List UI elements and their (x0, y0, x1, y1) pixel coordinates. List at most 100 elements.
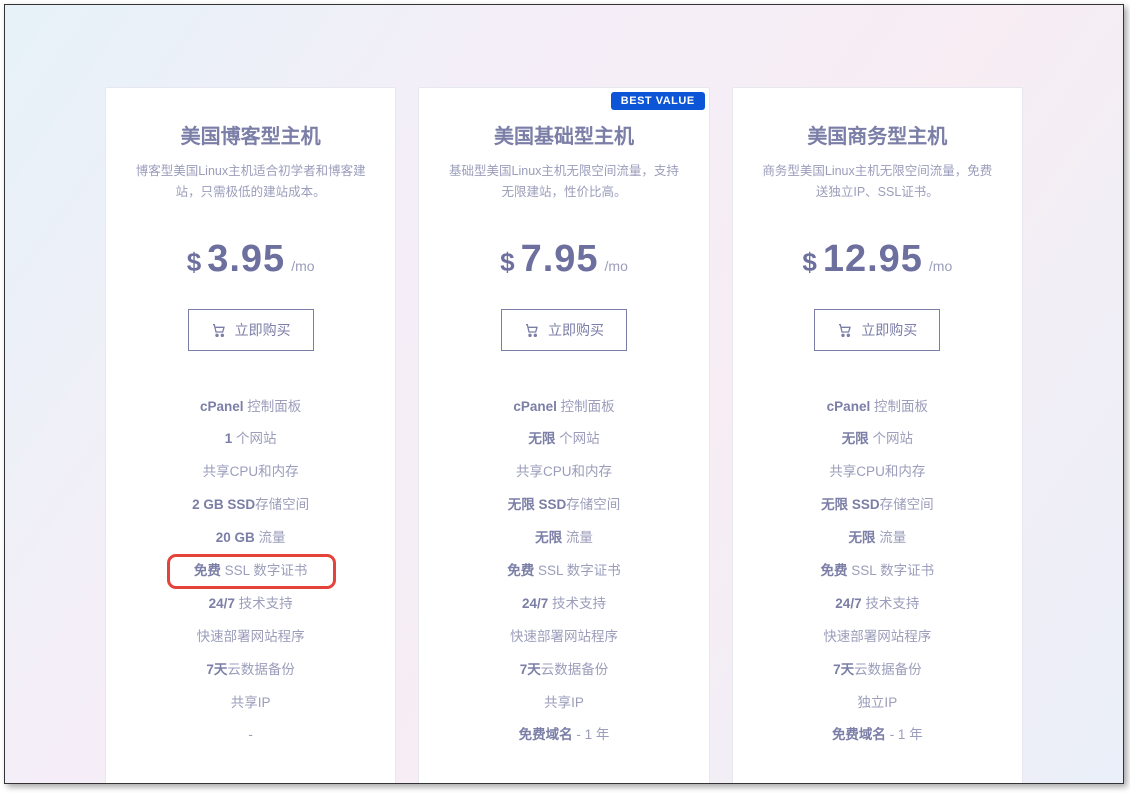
feature-item: 7天云数据备份 (439, 654, 688, 687)
feature-text: 技术支持 (548, 596, 606, 611)
buy-now-button[interactable]: 立即购买 (814, 309, 940, 351)
feature-text: 个网站 (232, 431, 276, 446)
feature-text: - 1 年 (886, 727, 923, 742)
feature-bold: 无限 (528, 431, 555, 446)
plan-description: 基础型美国Linux主机无限空间流量，支持无限建站，性价比高。 (439, 161, 688, 204)
buy-now-button[interactable]: 立即购买 (501, 309, 627, 351)
feature-bold: 无限 (535, 530, 562, 545)
cart-icon (211, 322, 227, 338)
plan-price: 7.95 (521, 238, 599, 281)
feature-text: 流量 (875, 530, 906, 545)
cart-icon (837, 322, 853, 338)
feature-item: 无限 流量 (439, 522, 688, 555)
feature-text: 个网站 (555, 431, 599, 446)
feature-item: 共享IP (439, 687, 688, 720)
feature-list: cPanel 控制面板无限 个网站共享CPU和内存无限 SSD存储空间无限 流量… (439, 391, 688, 753)
best-value-badge: BEST VALUE (611, 92, 705, 110)
feature-item: 免费 SSL 数字证书 (126, 555, 375, 588)
feature-item: 无限 SSD存储空间 (439, 489, 688, 522)
feature-item: 共享CPU和内存 (439, 456, 688, 489)
feature-bold: 2 GB SSD (192, 497, 255, 512)
feature-text: 云数据备份 (854, 662, 922, 677)
feature-bold: 免费 (821, 563, 848, 578)
feature-item: 24/7 技术支持 (439, 588, 688, 621)
feature-bold: 无限 SSD (508, 497, 567, 512)
feature-item: 无限 个网站 (753, 423, 1002, 456)
feature-bold: 无限 (848, 530, 875, 545)
feature-item: 1 个网站 (126, 423, 375, 456)
plan-price: 12.95 (823, 238, 923, 281)
feature-item: cPanel 控制面板 (439, 391, 688, 424)
feature-text: 云数据备份 (227, 662, 295, 677)
feature-text: 存储空间 (255, 497, 309, 512)
feature-item: cPanel 控制面板 (126, 391, 375, 424)
feature-item: 免费域名 - 1 年 (753, 719, 1002, 752)
feature-item: 快速部署网站程序 (753, 621, 1002, 654)
feature-text: - (248, 727, 253, 742)
feature-bold: 24/7 (209, 596, 235, 611)
feature-text: SSL 数字证书 (848, 563, 935, 578)
buy-button-label: 立即购买 (548, 320, 604, 340)
feature-text: SSL 数字证书 (221, 563, 308, 578)
feature-item: 无限 流量 (753, 522, 1002, 555)
feature-text: 存储空间 (566, 497, 620, 512)
feature-list: cPanel 控制面板无限 个网站共享CPU和内存无限 SSD存储空间无限 流量… (753, 391, 1002, 753)
feature-bold: 20 GB (216, 530, 255, 545)
currency-symbol: $ (802, 247, 816, 278)
feature-text: - 1 年 (573, 727, 610, 742)
feature-item: 20 GB 流量 (126, 522, 375, 555)
feature-text: 云数据备份 (541, 662, 609, 677)
feature-item: 共享IP (126, 687, 375, 720)
plan-price: 3.95 (207, 238, 285, 281)
feature-bold: cPanel (200, 399, 244, 414)
feature-bold: 免费域名 (832, 727, 886, 742)
feature-text: SSL 数字证书 (534, 563, 621, 578)
buy-now-button[interactable]: 立即购买 (188, 309, 314, 351)
feature-text: 共享CPU和内存 (516, 464, 612, 479)
feature-item: 共享CPU和内存 (126, 456, 375, 489)
feature-item: 7天云数据备份 (126, 654, 375, 687)
price-row: $ 3.95 /mo (126, 238, 375, 281)
feature-item: 24/7 技术支持 (753, 588, 1002, 621)
feature-text: 独立IP (857, 695, 897, 710)
feature-bold: 7天 (520, 662, 541, 677)
feature-item: 快速部署网站程序 (439, 621, 688, 654)
feature-text: 快速部署网站程序 (197, 629, 305, 644)
feature-text: 控制面板 (870, 399, 928, 414)
feature-item: cPanel 控制面板 (753, 391, 1002, 424)
feature-text: 共享IP (544, 695, 584, 710)
feature-text: 控制面板 (557, 399, 615, 414)
feature-text: 存储空间 (880, 497, 934, 512)
plan-title: 美国基础型主机 (439, 120, 688, 149)
plan-title: 美国商务型主机 (753, 120, 1002, 149)
price-period: /mo (605, 258, 628, 274)
feature-item: 无限 个网站 (439, 423, 688, 456)
feature-text: 个网站 (869, 431, 913, 446)
feature-item: 免费 SSL 数字证书 (439, 555, 688, 588)
feature-bold: 免费 (507, 563, 534, 578)
plan-title: 美国博客型主机 (126, 120, 375, 149)
feature-bold: 免费域名 (519, 727, 573, 742)
feature-bold: 无限 (842, 431, 869, 446)
feature-bold: 7天 (833, 662, 854, 677)
currency-symbol: $ (187, 247, 201, 278)
feature-item: 2 GB SSD存储空间 (126, 489, 375, 522)
feature-item: 免费域名 - 1 年 (439, 719, 688, 752)
price-row: $ 12.95 /mo (753, 238, 1002, 281)
feature-item: 24/7 技术支持 (126, 588, 375, 621)
feature-text: 快速部署网站程序 (510, 629, 618, 644)
feature-text: 流量 (255, 530, 286, 545)
plan-card-basic: BEST VALUE 美国基础型主机 基础型美国Linux主机无限空间流量，支持… (418, 87, 709, 784)
feature-bold: 无限 SSD (821, 497, 880, 512)
currency-symbol: $ (500, 247, 514, 278)
feature-item: 独立IP (753, 687, 1002, 720)
feature-text: 控制面板 (244, 399, 302, 414)
feature-bold: cPanel (827, 399, 871, 414)
cart-icon (524, 322, 540, 338)
pricing-cards-row: 美国博客型主机 博客型美国Linux主机适合初学者和博客建站，只需极低的建站成本… (5, 5, 1123, 784)
price-period: /mo (291, 258, 314, 274)
feature-text: 流量 (562, 530, 593, 545)
feature-text: 技术支持 (862, 596, 920, 611)
feature-bold: 免费 (194, 563, 221, 578)
plan-description: 博客型美国Linux主机适合初学者和博客建站，只需极低的建站成本。 (126, 161, 375, 204)
